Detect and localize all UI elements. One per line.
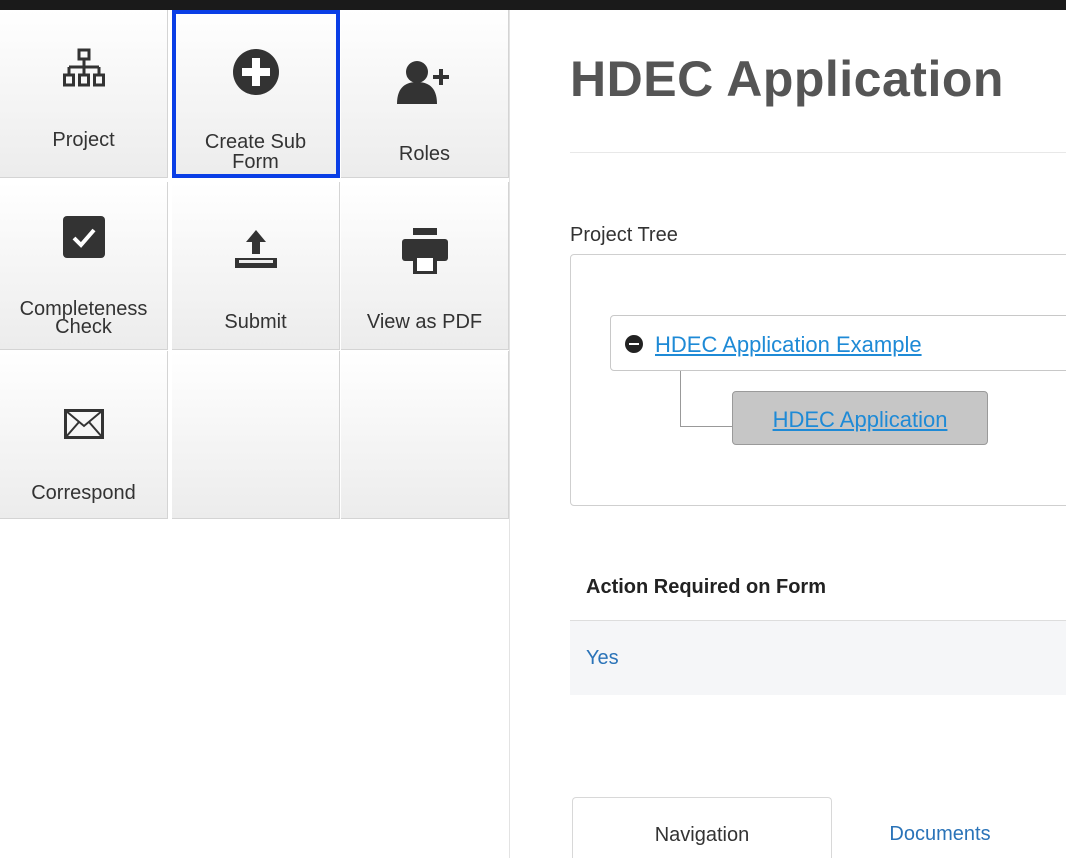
roles-button[interactable]: Roles — [341, 10, 509, 178]
action-required-row: Yes — [570, 621, 1066, 695]
collapse-icon[interactable] — [625, 335, 643, 353]
create-sub-form-label: Create Sub Form — [204, 131, 307, 173]
main-content: HDEC Application Project Tree HDEC Appli… — [510, 10, 1066, 858]
tree-connector — [680, 426, 732, 427]
tree-connector — [680, 371, 681, 427]
completeness-check-button[interactable]: Completeness Check — [0, 182, 168, 350]
correspond-button[interactable]: Correspond — [0, 351, 168, 519]
tab-navigation-label: Navigation — [654, 824, 750, 846]
view-as-pdf-label: View as PDF — [366, 311, 483, 333]
project-button[interactable]: Project — [0, 10, 168, 178]
sitemap-icon — [0, 48, 167, 90]
envelope-icon — [0, 409, 167, 439]
project-tree-panel — [570, 254, 1066, 506]
completeness-check-label: Completeness Check — [19, 298, 148, 338]
empty-tile — [341, 351, 509, 519]
printer-icon — [341, 228, 508, 276]
add-user-icon — [341, 60, 508, 104]
tree-root-link[interactable]: HDEC Application Example — [655, 332, 922, 358]
upload-icon — [172, 230, 339, 270]
tree-node-root: HDEC Application Example — [610, 315, 1066, 371]
tree-child-link[interactable]: HDEC Application — [733, 407, 987, 433]
action-required-value: Yes — [586, 647, 619, 669]
tree-node-child: HDEC Application — [732, 391, 988, 445]
tab-documents[interactable]: Documents — [840, 797, 1040, 858]
top-bar — [0, 0, 1066, 10]
roles-label: Roles — [398, 143, 451, 165]
plus-circle-icon — [172, 48, 339, 96]
tab-navigation[interactable]: Navigation — [572, 797, 832, 858]
submit-label: Submit — [224, 311, 287, 333]
correspond-label: Correspond — [31, 482, 136, 504]
action-required-header: Action Required on Form — [586, 576, 826, 598]
page-title: HDEC Application — [570, 51, 1004, 107]
create-sub-form-button[interactable]: Create Sub Form — [172, 10, 340, 178]
project-label: Project — [52, 129, 115, 151]
empty-tile — [172, 351, 340, 519]
sidebar-tile-grid: Project Create Sub Form Roles Completene… — [0, 10, 510, 858]
project-tree-label: Project Tree — [570, 224, 678, 246]
tab-documents-label: Documents — [889, 823, 991, 845]
submit-button[interactable]: Submit — [172, 182, 340, 350]
checkbox-icon — [0, 216, 167, 258]
divider — [570, 152, 1066, 153]
view-as-pdf-button[interactable]: View as PDF — [341, 182, 509, 350]
